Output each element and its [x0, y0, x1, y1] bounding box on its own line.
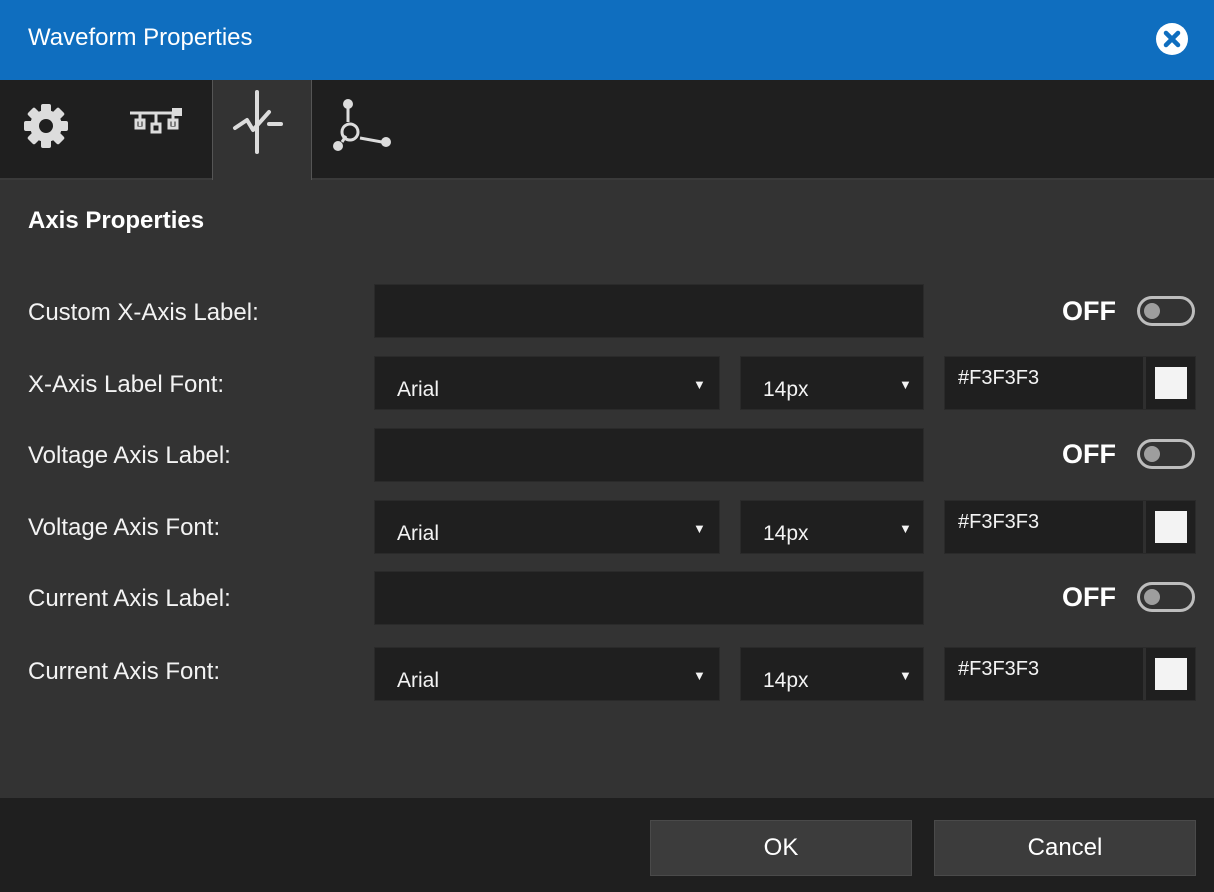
x-axis-font-size-value: 14px — [763, 378, 809, 401]
color-divider — [1143, 357, 1146, 409]
current-axis-font-family-select[interactable]: Arial ▼ — [374, 647, 720, 701]
current-axis-toggle-label: OFF — [1062, 582, 1116, 612]
color-divider — [1143, 501, 1146, 553]
voltage-axis-label-input[interactable] — [374, 428, 924, 482]
voltage-axis-toggle-label: OFF — [1062, 439, 1116, 469]
tab-nodes[interactable] — [316, 80, 414, 178]
x-axis-font-size-select[interactable]: 14px ▼ — [740, 356, 924, 410]
x-axis-color-input[interactable]: #F3F3F3 — [944, 356, 1196, 410]
toggle-knob — [1144, 446, 1160, 462]
current-axis-color-input[interactable]: #F3F3F3 — [944, 647, 1196, 701]
voltage-axis-font-label: Voltage Axis Font: — [28, 514, 221, 541]
chevron-down-icon: ▼ — [899, 377, 912, 392]
dialog-title: Waveform Properties — [28, 24, 253, 51]
chevron-down-icon: ▼ — [899, 668, 912, 683]
title-bar: Waveform Properties — [0, 0, 1214, 80]
voltage-axis-font-family-value: Arial — [397, 522, 440, 545]
toggle-knob — [1144, 589, 1160, 605]
x-axis-font-label: X-Axis Label Font: — [28, 371, 225, 398]
voltage-axis-font-size-value: 14px — [763, 522, 809, 545]
section-title: Axis Properties — [28, 207, 205, 234]
chevron-down-icon: ▼ — [899, 521, 912, 536]
voltage-axis-label-label: Voltage Axis Label: — [28, 442, 231, 469]
gear-icon — [24, 104, 68, 148]
tab-bar — [0, 80, 1214, 180]
dialog-footer: OK Cancel — [0, 798, 1214, 892]
current-axis-label-input[interactable] — [374, 571, 924, 625]
network-icon — [130, 108, 182, 134]
current-axis-label-label: Current Axis Label: — [28, 585, 231, 612]
tab-network[interactable] — [108, 80, 206, 178]
current-axis-font-size-value: 14px — [763, 669, 809, 692]
color-divider — [1143, 648, 1146, 700]
tab-general[interactable] — [0, 80, 98, 178]
graph-nodes-icon — [333, 99, 391, 151]
voltage-axis-toggle[interactable] — [1137, 439, 1195, 469]
current-axis-font-size-select[interactable]: 14px ▼ — [740, 647, 924, 701]
custom-x-axis-toggle[interactable] — [1137, 296, 1195, 326]
ok-button[interactable]: OK — [650, 820, 912, 876]
current-axis-color-value: #F3F3F3 — [958, 658, 1040, 680]
current-axis-color-swatch[interactable] — [1155, 658, 1187, 690]
x-axis-font-family-value: Arial — [397, 378, 440, 401]
close-icon — [1156, 23, 1188, 55]
custom-x-axis-label-label: Custom X-Axis Label: — [28, 299, 259, 326]
voltage-axis-color-input[interactable]: #F3F3F3 — [944, 500, 1196, 554]
waveform-properties-dialog: Waveform Properties Axis Properties Cust… — [0, 0, 1214, 892]
waveform-icon — [233, 90, 283, 154]
voltage-axis-color-value: #F3F3F3 — [958, 511, 1040, 533]
current-axis-font-label: Current Axis Font: — [28, 658, 221, 685]
chevron-down-icon: ▼ — [693, 668, 706, 683]
current-axis-font-family-value: Arial — [397, 669, 440, 692]
current-axis-toggle[interactable] — [1137, 582, 1195, 612]
x-axis-color-swatch[interactable] — [1155, 367, 1187, 399]
chevron-down-icon: ▼ — [693, 521, 706, 536]
voltage-axis-font-size-select[interactable]: 14px ▼ — [740, 500, 924, 554]
toggle-knob — [1144, 303, 1160, 319]
chevron-down-icon: ▼ — [693, 377, 706, 392]
close-button[interactable] — [1155, 22, 1189, 56]
custom-x-axis-toggle-label: OFF — [1062, 296, 1116, 326]
voltage-axis-font-family-select[interactable]: Arial ▼ — [374, 500, 720, 554]
voltage-axis-color-swatch[interactable] — [1155, 511, 1187, 543]
custom-x-axis-label-input[interactable] — [374, 284, 924, 338]
tab-waveform[interactable] — [212, 80, 312, 180]
cancel-button[interactable]: Cancel — [934, 820, 1196, 876]
x-axis-color-value: #F3F3F3 — [958, 367, 1040, 389]
x-axis-font-family-select[interactable]: Arial ▼ — [374, 356, 720, 410]
